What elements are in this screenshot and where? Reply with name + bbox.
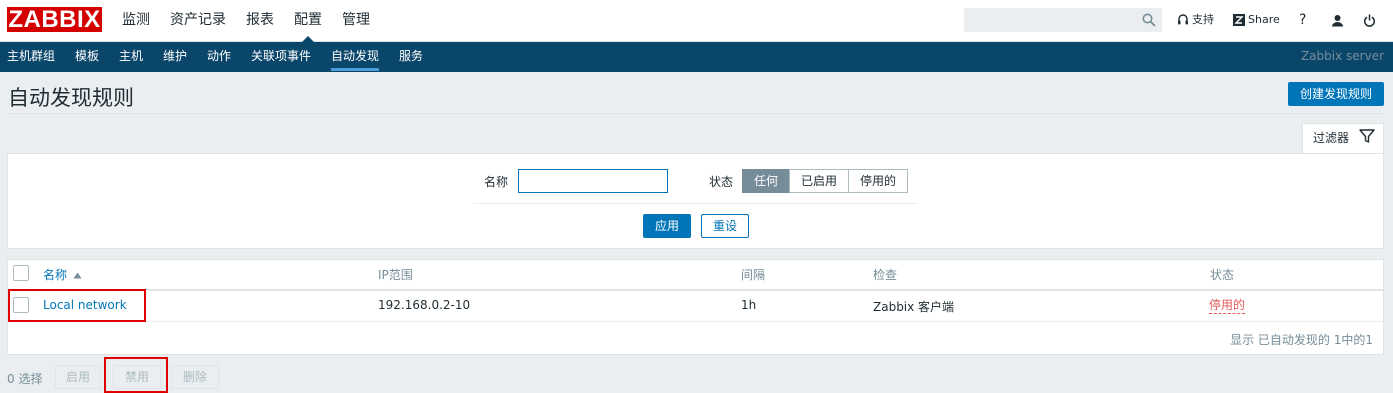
server-name: Zabbix server: [1300, 49, 1384, 63]
select-all-checkbox[interactable]: [13, 265, 29, 281]
share-link[interactable]: Share: [1233, 11, 1280, 29]
delete-button[interactable]: 删除: [171, 365, 219, 389]
selected-count: 0 选择: [7, 372, 43, 386]
filter-status-label: 状态: [709, 175, 734, 189]
user-profile-button[interactable]: [1331, 11, 1344, 29]
subnav-templates[interactable]: 模板: [75, 42, 99, 71]
sign-out-button[interactable]: [1363, 11, 1376, 29]
support-link[interactable]: 支持: [1177, 11, 1214, 29]
status-option-disabled[interactable]: 停用的: [848, 169, 908, 193]
menu-reports[interactable]: 报表: [236, 0, 284, 42]
search-icon[interactable]: [1142, 13, 1156, 27]
filter-tab-label: 过滤器: [1313, 131, 1350, 145]
column-header-name[interactable]: 名称: [43, 266, 82, 283]
column-header-interval: 间隔: [741, 268, 766, 282]
filter-name-input[interactable]: [518, 169, 668, 193]
rule-ip-range: 192.168.0.2-10: [378, 298, 471, 312]
apply-button[interactable]: 应用: [643, 214, 691, 238]
reset-button[interactable]: 重设: [701, 214, 749, 238]
header-divider: [8, 113, 1384, 114]
rule-status-toggle[interactable]: 停用的: [1209, 298, 1246, 314]
subnav-hosts[interactable]: 主机: [119, 42, 143, 71]
column-header-checks: 检查: [873, 268, 898, 282]
main-menu: 监测 资产记录 报表 配置 管理: [112, 0, 380, 43]
search-input[interactable]: [964, 8, 1162, 32]
help-icon: ?: [1299, 12, 1307, 28]
rule-interval: 1h: [741, 298, 757, 312]
funnel-icon: [1359, 129, 1375, 143]
filter-name-label: 名称: [484, 175, 509, 189]
headset-icon: [1178, 14, 1188, 25]
sub-navigation: 主机群组 模板 主机 维护 动作 关联项事件 自动发现 服务 Zabbix se…: [0, 42, 1393, 72]
zabbix-logo[interactable]: ZABBIX: [7, 7, 102, 32]
menu-administration[interactable]: 管理: [332, 0, 380, 42]
row-highlight-box: [8, 289, 146, 322]
subnav-services[interactable]: 服务: [399, 42, 423, 71]
support-label: 支持: [1192, 13, 1214, 26]
enable-button[interactable]: 启用: [55, 365, 101, 389]
status-option-any[interactable]: 任何: [742, 169, 790, 193]
power-icon: [1363, 14, 1376, 27]
page-title: 自动发现规则: [8, 86, 134, 110]
create-discovery-rule-button[interactable]: 创建发现规则: [1288, 82, 1384, 106]
filter-tab[interactable]: 过滤器: [1302, 123, 1384, 154]
subnav-discovery[interactable]: 自动发现: [331, 42, 380, 71]
share-icon: [1233, 14, 1245, 26]
filter-divider: [473, 203, 917, 204]
help-button[interactable]: ?: [1299, 11, 1306, 29]
column-header-status: 状态: [1210, 268, 1235, 282]
subnav-event-correlation[interactable]: 关联项事件: [251, 42, 311, 71]
rule-checks: Zabbix 客户端: [873, 300, 955, 314]
menu-monitoring[interactable]: 监测: [112, 0, 160, 42]
filter-panel: [7, 153, 1384, 249]
subnav-maintenance[interactable]: 维护: [163, 42, 187, 71]
column-header-ip-range: IP范围: [378, 268, 413, 282]
table-header-divider: [8, 289, 1383, 291]
menu-inventory[interactable]: 资产记录: [160, 0, 236, 42]
paging-info: 显示 已自动发现的 1中的1: [1230, 333, 1373, 347]
sort-asc-icon: [73, 272, 82, 279]
share-label: Share: [1248, 13, 1280, 26]
row-divider: [8, 321, 1383, 322]
disable-highlight-box: [104, 357, 168, 393]
top-header: ZABBIX 监测 资产记录 报表 配置 管理 支持 Share ?: [0, 0, 1393, 43]
subnav-host-groups[interactable]: 主机群组: [7, 42, 55, 71]
status-option-enabled[interactable]: 已启用: [789, 169, 849, 193]
column-name-label: 名称: [43, 268, 68, 282]
discovery-rules-table: [7, 259, 1384, 355]
user-icon: [1332, 14, 1343, 26]
subnav-actions[interactable]: 动作: [207, 42, 231, 71]
menu-configuration[interactable]: 配置: [284, 0, 332, 43]
